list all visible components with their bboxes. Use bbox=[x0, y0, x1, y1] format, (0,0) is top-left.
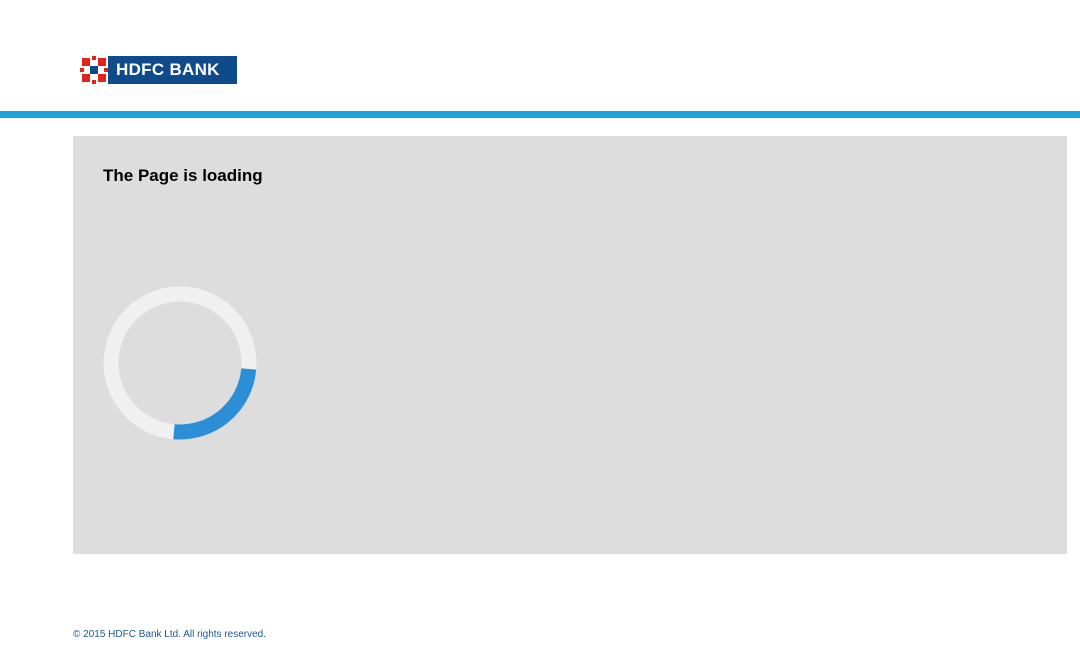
loading-panel: The Page is loading bbox=[73, 136, 1067, 554]
header-divider-bar bbox=[0, 111, 1080, 118]
logo-text: HDFC BANK bbox=[116, 60, 220, 79]
loading-spinner-icon bbox=[103, 286, 257, 440]
footer-copyright: © 2015 HDFC Bank Ltd. All rights reserve… bbox=[73, 629, 267, 640]
hdfc-logo-mark-icon bbox=[80, 56, 108, 84]
header: HDFC BANK bbox=[0, 0, 1080, 111]
hdfc-logo[interactable]: HDFC BANK bbox=[80, 56, 237, 84]
page-title: The Page is loading bbox=[103, 166, 263, 185]
page: HDFC BANK The Page is loading © 2015 HDF… bbox=[0, 0, 1080, 651]
